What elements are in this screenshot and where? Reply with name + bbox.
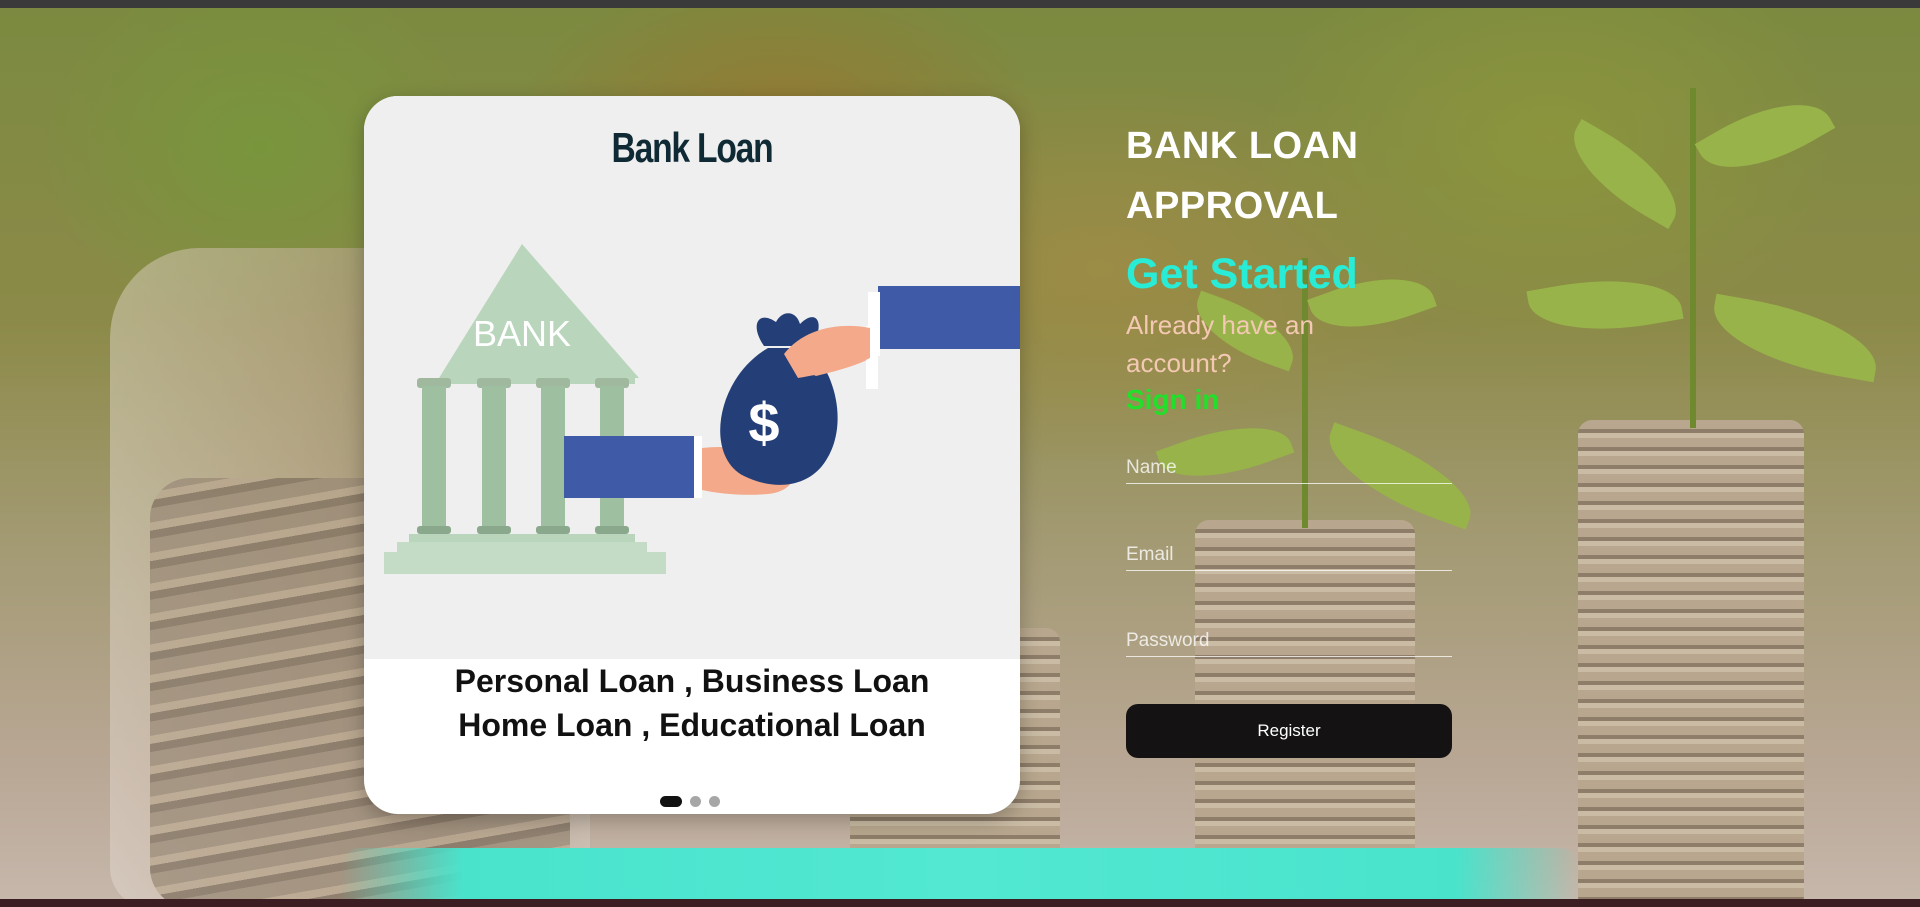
get-started-heading: Get Started [1126,250,1358,298]
sign-in-link[interactable]: Sign in [1126,382,1219,418]
plant-leaf [1526,265,1684,345]
teal-accent-bar [340,848,1580,900]
password-field [1126,625,1452,657]
page-headline: BANK LOAN APPROVAL [1126,116,1456,236]
plant-leaf [1555,118,1695,230]
headline-line-2: APPROVAL [1126,185,1339,227]
plant-leaf [1706,293,1884,383]
plant-stem [1690,88,1696,428]
browser-top-strip [0,0,1920,8]
email-field [1126,539,1452,571]
register-button[interactable]: Register [1126,704,1452,758]
plant-leaf [1694,79,1836,193]
bank-sign-text: BANK [473,313,571,354]
headline-line-1: BANK LOAN [1126,125,1359,167]
registration-panel: BANK LOAN APPROVAL Get Started Already h… [1126,116,1456,758]
loan-carousel-card: Bank Loan BANK $ Personal Loan , Busines… [364,96,1020,814]
bank-loan-illustration: BANK $ [384,244,1020,574]
carousel-dot-1[interactable] [660,795,682,807]
carousel-dot-3[interactable] [709,795,720,807]
bank-building-icon: BANK [384,244,666,574]
carousel-slide-image: Bank Loan BANK $ [364,96,1020,659]
caption-line-2: Home Loan , Educational Loan [458,707,926,743]
browser-bottom-strip [0,899,1920,907]
name-field [1126,452,1452,484]
already-have-account-text: Already have an account? [1126,310,1314,378]
coin-stack-large [1578,420,1804,899]
caption-line-1: Personal Loan , Business Loan [454,663,930,699]
carousel-indicators [660,795,720,807]
carousel-dot-2[interactable] [690,795,701,807]
dollar-sign-text: $ [748,391,779,454]
password-input[interactable] [1126,625,1452,656]
giving-hand-icon [784,286,1020,389]
email-input[interactable] [1126,539,1452,570]
name-input[interactable] [1126,452,1452,483]
loan-types-caption: Personal Loan , Business Loan Home Loan … [364,659,1020,747]
